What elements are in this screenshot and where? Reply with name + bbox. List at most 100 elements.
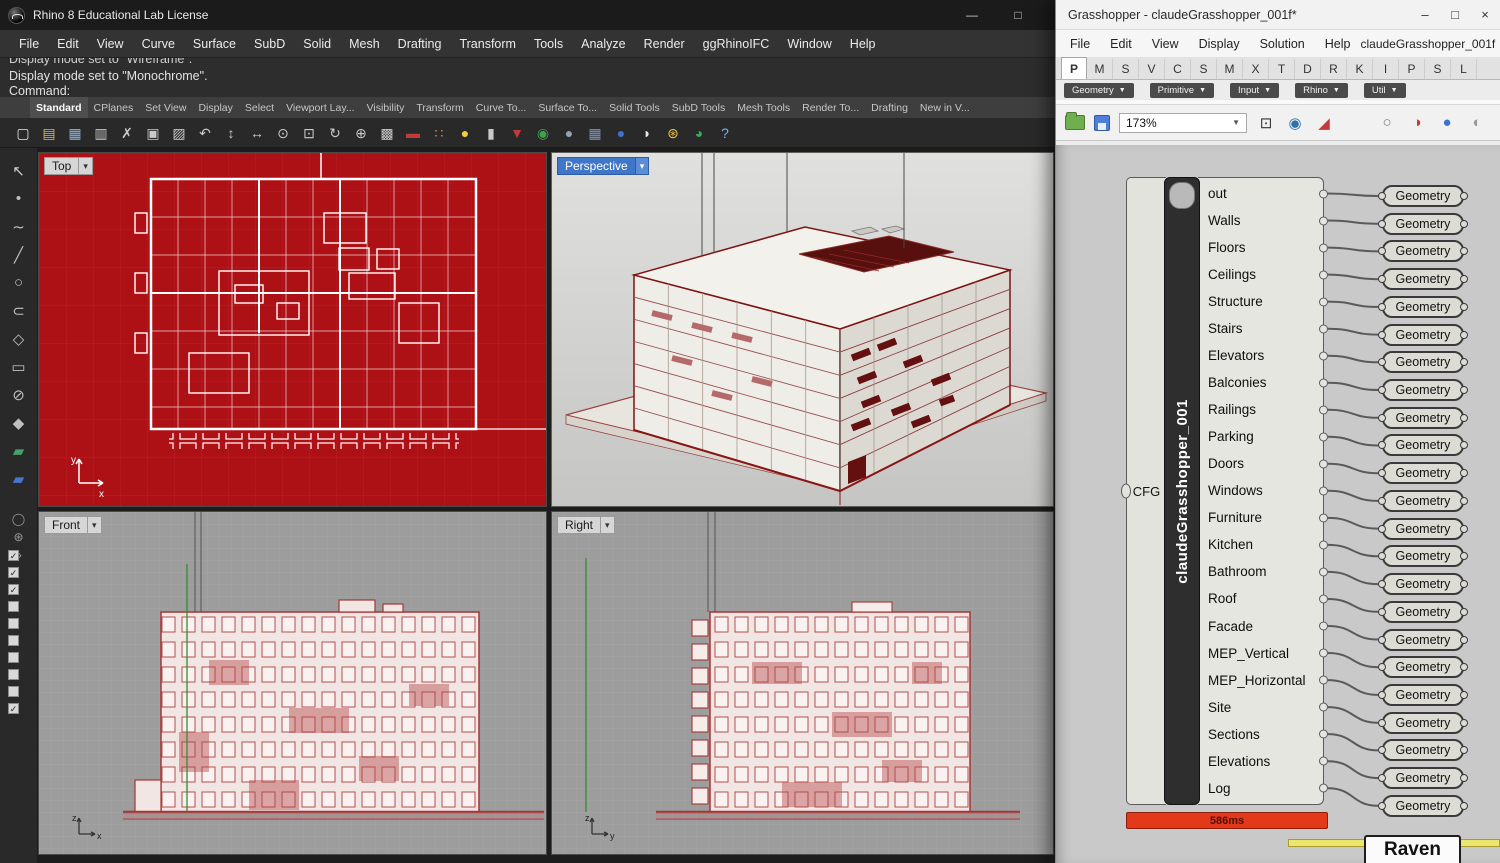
viewport-label-top[interactable]: Top ▾ bbox=[44, 157, 93, 175]
output-connector[interactable] bbox=[1319, 405, 1328, 414]
output-param[interactable]: Kitchen bbox=[1198, 532, 1323, 557]
geometry-output-connector[interactable] bbox=[1460, 331, 1468, 339]
menu-item[interactable]: ggRhinoIFC bbox=[694, 37, 779, 51]
command-prompt[interactable]: Command: bbox=[9, 84, 1055, 97]
pan-icon[interactable]: ↕ bbox=[220, 122, 242, 144]
component-tab[interactable]: P bbox=[1399, 59, 1425, 79]
output-param[interactable]: Floors bbox=[1198, 235, 1323, 260]
frame-icon[interactable]: ⊡ bbox=[1256, 113, 1276, 133]
output-connector[interactable] bbox=[1319, 270, 1328, 279]
maximize-button[interactable]: □ bbox=[995, 0, 1041, 30]
output-connector[interactable] bbox=[1319, 730, 1328, 739]
geometry-input-connector[interactable] bbox=[1378, 746, 1386, 754]
geometry-output-connector[interactable] bbox=[1460, 497, 1468, 505]
menu-item[interactable]: Help bbox=[1315, 37, 1361, 51]
cone-icon[interactable]: ▼ bbox=[506, 122, 528, 144]
geometry-param-component[interactable]: Geometry bbox=[1382, 795, 1464, 817]
geometry-param-component[interactable]: Geometry bbox=[1382, 601, 1464, 623]
output-connector[interactable] bbox=[1319, 567, 1328, 576]
component-tab[interactable]: M bbox=[1087, 59, 1113, 79]
component-name-bar[interactable]: claudeGrasshopper_001 bbox=[1164, 177, 1200, 805]
menu-item[interactable]: Transform bbox=[450, 37, 525, 51]
menu-item[interactable]: Solid bbox=[294, 37, 340, 51]
minimize-button[interactable]: – bbox=[1410, 0, 1440, 29]
geometry-param-component[interactable]: Geometry bbox=[1382, 213, 1464, 235]
raven-group-label[interactable]: Raven bbox=[1364, 835, 1461, 863]
minimize-button[interactable]: — bbox=[949, 0, 995, 30]
command-area[interactable]: Display mode set to "Wireframe". Display… bbox=[0, 57, 1055, 97]
output-param[interactable]: Stairs bbox=[1198, 316, 1323, 341]
geometry-param-component[interactable]: Geometry bbox=[1382, 629, 1464, 651]
output-param[interactable]: Balconies bbox=[1198, 370, 1323, 395]
output-connector[interactable] bbox=[1319, 351, 1328, 360]
output-param[interactable]: Railings bbox=[1198, 397, 1323, 422]
geometry-input-connector[interactable] bbox=[1378, 192, 1386, 200]
menu-item[interactable]: File bbox=[1060, 37, 1100, 51]
cut-icon[interactable]: ✗ bbox=[116, 122, 138, 144]
polygon-icon[interactable]: ◆ bbox=[7, 412, 31, 433]
output-connector[interactable] bbox=[1319, 216, 1328, 225]
toolbar-tab[interactable]: Render To... bbox=[796, 97, 865, 118]
input-connector[interactable] bbox=[1121, 484, 1131, 499]
toolbar-tab[interactable]: Viewport Lay... bbox=[280, 97, 360, 118]
output-param[interactable]: Sections bbox=[1198, 722, 1323, 747]
lightbulb-icon[interactable]: ● bbox=[454, 122, 476, 144]
component-tab[interactable]: M bbox=[1217, 59, 1243, 79]
menu-item[interactable]: View bbox=[88, 37, 133, 51]
geometry-input-connector[interactable] bbox=[1378, 719, 1386, 727]
rectangle-icon[interactable]: ▭ bbox=[7, 356, 31, 377]
save-icon[interactable]: ▦ bbox=[64, 122, 86, 144]
component-tab[interactable]: S bbox=[1425, 59, 1451, 79]
output-connector[interactable] bbox=[1319, 703, 1328, 712]
geometry-input-connector[interactable] bbox=[1378, 691, 1386, 699]
geometry-output-connector[interactable] bbox=[1460, 663, 1468, 671]
menu-item[interactable]: SubD bbox=[245, 37, 294, 51]
zoom-window-icon[interactable]: ⊡ bbox=[298, 122, 320, 144]
geometry-output-connector[interactable] bbox=[1460, 303, 1468, 311]
geometry-param-component[interactable]: Geometry bbox=[1382, 351, 1464, 373]
layer-checkbox[interactable] bbox=[8, 686, 19, 697]
component-tab[interactable]: P bbox=[1061, 57, 1087, 79]
output-param[interactable]: Site bbox=[1198, 695, 1323, 720]
geometry-input-connector[interactable] bbox=[1378, 414, 1386, 422]
geometry-param-component[interactable]: Geometry bbox=[1382, 268, 1464, 290]
geometry-input-connector[interactable] bbox=[1378, 441, 1386, 449]
output-connector[interactable] bbox=[1319, 784, 1328, 793]
geometry-input-connector[interactable] bbox=[1378, 386, 1386, 394]
geometry-input-connector[interactable] bbox=[1378, 608, 1386, 616]
output-connector[interactable] bbox=[1319, 243, 1328, 252]
geometry-output-connector[interactable] bbox=[1460, 636, 1468, 644]
dots-filter-icon[interactable]: ∷ bbox=[428, 122, 450, 144]
geometry-param-component[interactable]: Geometry bbox=[1382, 240, 1464, 262]
toolbar-tab[interactable]: Display bbox=[192, 97, 238, 118]
output-param[interactable]: Facade bbox=[1198, 614, 1323, 639]
new-file-icon[interactable]: ▢ bbox=[12, 122, 34, 144]
output-connector[interactable] bbox=[1319, 486, 1328, 495]
geometry-input-connector[interactable] bbox=[1378, 774, 1386, 782]
toolbar-tab[interactable]: CPlanes bbox=[88, 97, 140, 118]
geometry-param-component[interactable]: Geometry bbox=[1382, 545, 1464, 567]
component-tab[interactable]: L bbox=[1451, 59, 1477, 79]
car-icon[interactable]: ▬ bbox=[402, 122, 424, 144]
wireframe-sphere-icon[interactable]: ○ bbox=[1377, 113, 1397, 133]
grasshopper-canvas[interactable]: CFG claudeGrasshopper_001 out bbox=[1056, 145, 1500, 863]
checker-select-icon[interactable]: ▩ bbox=[376, 122, 398, 144]
viewport-menu-caret[interactable]: ▾ bbox=[79, 157, 93, 175]
geometry-input-connector[interactable] bbox=[1378, 303, 1386, 311]
menu-item[interactable]: File bbox=[10, 37, 48, 51]
output-connector[interactable] bbox=[1319, 594, 1328, 603]
geometry-input-connector[interactable] bbox=[1378, 580, 1386, 588]
close-button[interactable]: × bbox=[1470, 0, 1500, 29]
viewport-right[interactable]: z y Right ▾ bbox=[551, 511, 1054, 855]
gear-icon[interactable]: ⊛ bbox=[662, 122, 684, 144]
zoom-icon[interactable]: ⊙ bbox=[272, 122, 294, 144]
viewport-menu-caret[interactable]: ▾ bbox=[601, 516, 615, 534]
layer-checkbox[interactable] bbox=[8, 669, 19, 680]
curve-icon[interactable]: ∼ bbox=[7, 216, 31, 237]
viewport-menu-caret[interactable]: ▾ bbox=[88, 516, 102, 534]
geometry-input-connector[interactable] bbox=[1378, 636, 1386, 644]
geometry-param-component[interactable]: Geometry bbox=[1382, 712, 1464, 734]
maximize-button[interactable]: □ bbox=[1440, 0, 1470, 29]
component-tab[interactable]: I bbox=[1373, 59, 1399, 79]
toolbar-tab[interactable]: Standard bbox=[30, 97, 88, 118]
